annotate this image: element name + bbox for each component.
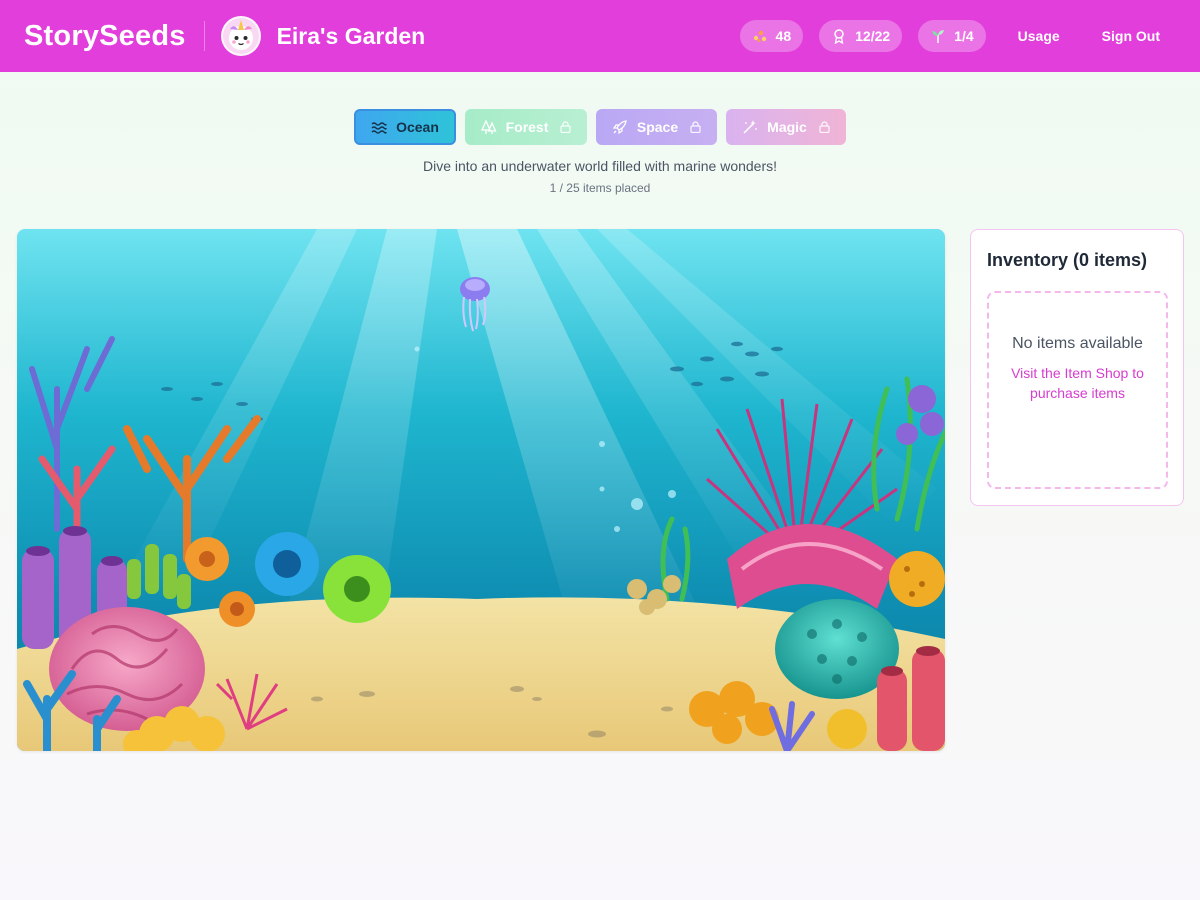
- header-actions: 48 12/22 1/4 Usage Sign Out: [724, 20, 1176, 52]
- usage-link[interactable]: Usage: [1018, 28, 1060, 44]
- tab-space[interactable]: Space: [596, 109, 717, 145]
- inventory-empty-message: No items available: [1012, 335, 1143, 352]
- unicorn-icon[interactable]: [220, 16, 261, 56]
- waves-icon: [371, 119, 387, 135]
- gardens-counter[interactable]: 1/4: [918, 20, 986, 52]
- sign-out-button[interactable]: Sign Out: [1102, 28, 1160, 44]
- badges-counter[interactable]: 12/22: [819, 20, 903, 52]
- seeds-icon: [752, 28, 768, 44]
- tab-magic-label: Magic: [767, 119, 807, 135]
- tab-ocean-label: Ocean: [396, 119, 439, 135]
- rocket-icon: [612, 119, 628, 135]
- item-shop-link[interactable]: Visit the Item Shop to purchase items: [1003, 363, 1153, 403]
- tab-space-label: Space: [636, 119, 679, 135]
- lock-icon: [560, 121, 571, 133]
- top-header: StorySeeds Eira's Garden 48 12/22 1/4 Us…: [0, 0, 1200, 72]
- inventory-title: Inventory (0 items): [987, 250, 1148, 270]
- sprout-icon: [930, 28, 946, 44]
- tab-forest[interactable]: Forest: [465, 109, 587, 145]
- brand-logo[interactable]: StorySeeds: [24, 20, 186, 53]
- seeds-count: 48: [775, 28, 792, 44]
- wand-icon: [742, 119, 758, 135]
- garden-scene-canvas[interactable]: [17, 229, 945, 751]
- garden-title: Eira's Garden: [276, 22, 426, 49]
- items-placed-count: 1 / 25 items placed: [549, 181, 651, 195]
- theme-tabs: Ocean Forest Space Magic: [0, 109, 1200, 145]
- inventory-panel: Inventory (0 items) No items available V…: [970, 229, 1184, 506]
- badge-icon: [831, 28, 847, 44]
- trees-icon: [480, 119, 497, 135]
- badges-count: 12/22: [855, 28, 891, 44]
- theme-description: Dive into an underwater world filled wit…: [422, 158, 778, 174]
- tab-ocean[interactable]: Ocean: [354, 109, 456, 145]
- tab-forest-label: Forest: [505, 119, 549, 135]
- lock-icon: [690, 121, 701, 133]
- header-divider: [203, 21, 205, 51]
- seeds-counter[interactable]: 48: [739, 20, 804, 52]
- lock-icon: [819, 121, 830, 133]
- inventory-empty-dropzone: No items available Visit the Item Shop t…: [987, 291, 1168, 489]
- gardens-count: 1/4: [954, 28, 974, 44]
- tab-magic[interactable]: Magic: [726, 109, 846, 145]
